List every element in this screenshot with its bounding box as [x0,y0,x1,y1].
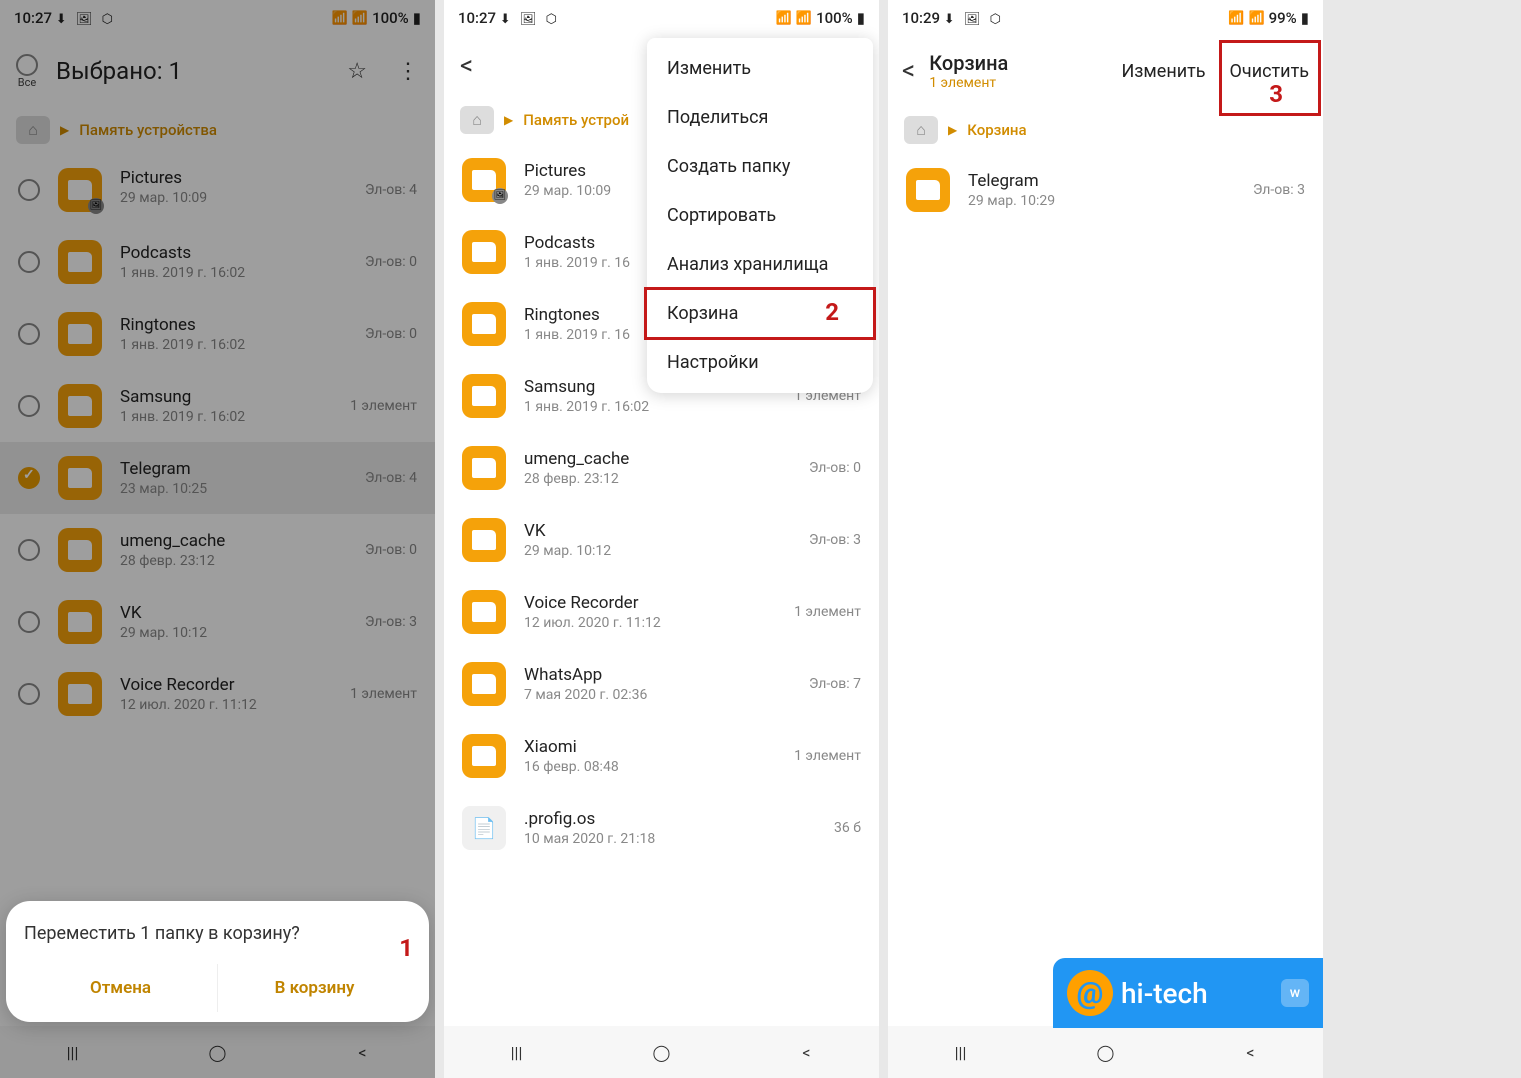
menu-item-trash[interactable]: Корзина 2 [647,289,873,338]
item-date: 10 мая 2020 г. 21:18 [524,831,816,847]
page-title: Корзина [929,51,1097,75]
item-date: 29 мар. 10:29 [968,193,1235,209]
folder-icon [462,734,506,778]
battery-icon: ▮ [1301,9,1309,27]
confirm-sheet: Переместить 1 папку в корзину? Отмена В … [6,901,429,1022]
signal-icon: 📶 [1248,11,1264,26]
context-menu: Изменить Поделиться Создать папку Сортир… [647,38,873,393]
nav-home-icon[interactable]: ◯ [642,1032,682,1072]
status-battery: 100% [816,9,853,27]
item-meta: Эл-ов: 3 [809,532,861,548]
list-item[interactable]: VK 29 мар. 10:12 Эл-ов: 3 [444,504,879,576]
item-meta: Эл-ов: 3 [1253,182,1305,198]
item-name: Voice Recorder [524,593,776,613]
page-subtitle: 1 элемент [929,75,1097,91]
confirm-button[interactable]: В корзину [217,964,411,1012]
breadcrumb-text: Память устрой [523,111,629,129]
item-meta: 1 элемент [794,604,861,620]
menu-item-storage-analysis[interactable]: Анализ хранилища [647,240,873,289]
nav-bar: ||| ◯ < [888,1026,1323,1078]
status-battery: 99% [1269,9,1297,27]
folder-icon [462,302,506,346]
callout-number-1: 1 [399,934,413,962]
nav-back-icon[interactable]: < [787,1032,827,1072]
item-date: 1 янв. 2019 г. 16:02 [524,399,776,415]
screen-2: 10:27 ⬇ 🖼 ⬡ 📶📶100%▮ < ⌂ ▶ Память устрой … [444,0,879,1078]
item-date: 28 февр. 23:12 [524,471,791,487]
item-date: 7 мая 2020 г. 02:36 [524,687,791,703]
callout-number-3: 3 [1269,80,1283,108]
list-item[interactable]: WhatsApp 7 мая 2020 г. 02:36 Эл-ов: 7 [444,648,879,720]
menu-item-settings[interactable]: Настройки [647,338,873,387]
folder-icon [462,230,506,274]
status-icons-left: ⬇ 🖼 ⬡ [944,12,1004,27]
folder-icon [462,518,506,562]
home-icon[interactable]: ⌂ [460,106,494,134]
folder-icon [462,446,506,490]
status-time: 10:27 [458,9,496,27]
item-date: 12 июл. 2020 г. 11:12 [524,615,776,631]
battery-icon: ▮ [857,9,865,27]
signal-icon: 📶 [796,11,812,26]
list-item[interactable]: 📄 .profig.os 10 мая 2020 г. 21:18 36 б [444,792,879,864]
folder-icon [462,662,506,706]
status-icons-left: ⬇ 🖼 ⬡ [500,12,560,27]
item-meta: 1 элемент [794,748,861,764]
item-name: umeng_cache [524,449,791,469]
screen-1: 10:27 ⬇ 🖼 ⬡ 📶📶100%▮ Все Выбрано: 1 ☆ ⋮ ⌂… [0,0,435,1078]
back-icon[interactable]: < [902,56,915,86]
nav-back-icon[interactable]: < [1231,1032,1271,1072]
list-item[interactable]: Xiaomi 16 февр. 08:48 1 элемент [444,720,879,792]
list-item[interactable]: Telegram 29 мар. 10:29 Эл-ов: 3 [888,154,1323,226]
wifi-icon: 📶 [1228,11,1244,26]
folder-icon [906,168,950,212]
nav-bar: ||| ◯ < [444,1026,879,1078]
menu-item-sort[interactable]: Сортировать [647,191,873,240]
item-meta: Эл-ов: 0 [809,460,861,476]
nav-home-icon[interactable]: ◯ [1086,1032,1126,1072]
menu-item-share[interactable]: Поделиться [647,93,873,142]
menu-item-create-folder[interactable]: Создать папку [647,142,873,191]
back-icon[interactable]: < [460,51,473,81]
list-item[interactable]: umeng_cache 28 февр. 23:12 Эл-ов: 0 [444,432,879,504]
watermark-text: hi-tech [1121,977,1208,1010]
item-name: Xiaomi [524,737,776,757]
file-list[interactable]: Telegram 29 мар. 10:29 Эл-ов: 3 [888,154,1323,226]
item-meta: Эл-ов: 7 [809,676,861,692]
screen-3: 10:29 ⬇ 🖼 ⬡ 📶 📶 99%▮ < Корзина 1 элемент И… [888,0,1323,1078]
file-icon: 📄 [462,806,506,850]
list-item[interactable]: Voice Recorder 12 июл. 2020 г. 11:12 1 эле… [444,576,879,648]
folder-icon [462,158,506,202]
folder-icon [462,374,506,418]
home-icon[interactable]: ⌂ [904,116,938,144]
breadcrumb-text: Корзина [967,121,1026,139]
at-icon: @ [1067,970,1113,1016]
callout-box-2 [644,287,876,340]
item-date: 29 мар. 10:12 [524,543,791,559]
item-name: .profig.os [524,809,816,829]
item-date: 16 февр. 08:48 [524,759,776,775]
menu-item-edit[interactable]: Изменить [647,44,873,93]
cancel-button[interactable]: Отмена [24,964,217,1012]
callout-number-2: 2 [825,298,839,326]
nav-recents-icon[interactable]: ||| [941,1032,981,1072]
item-name: WhatsApp [524,665,791,685]
status-bar: 10:27 ⬇ 🖼 ⬡ 📶 📶 100%▮ [444,0,879,36]
wifi-icon: 📶 [776,11,792,26]
chevron-right-icon: ▶ [948,123,957,137]
watermark-badge: @ hi-tech w [1053,958,1323,1028]
status-time: 10:29 [902,9,940,27]
item-meta: 36 б [834,820,861,836]
vk-icon: w [1281,979,1309,1007]
folder-icon [462,590,506,634]
status-bar: 10:29 ⬇ 🖼 ⬡ 📶 📶 99%▮ [888,0,1323,36]
item-name: Telegram [968,171,1235,191]
item-name: VK [524,521,791,541]
chevron-right-icon: ▶ [504,113,513,127]
confirm-text: Переместить 1 папку в корзину? [24,923,411,944]
nav-recents-icon[interactable]: ||| [497,1032,537,1072]
edit-button[interactable]: Изменить [1121,61,1205,82]
